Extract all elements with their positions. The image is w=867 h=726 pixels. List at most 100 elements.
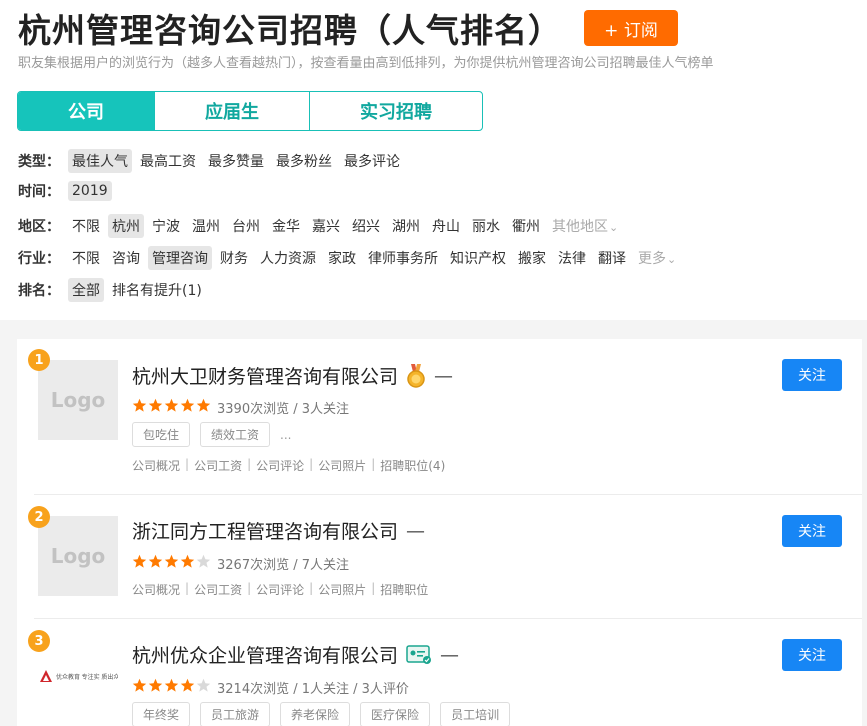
- filter-option[interactable]: 金华: [268, 214, 304, 238]
- rating-row: 3267次浏览 / 7人关注: [132, 554, 349, 573]
- link-overview[interactable]: 公司概况: [132, 457, 180, 474]
- filter-option[interactable]: 台州: [228, 214, 264, 238]
- follow-button[interactable]: 关注: [782, 639, 842, 671]
- filter-option[interactable]: 翻译: [594, 246, 630, 270]
- filter-option[interactable]: 咨询: [108, 246, 144, 270]
- filter-option[interactable]: 杭州: [108, 214, 144, 238]
- filter-option[interactable]: 排名有提升(1): [108, 278, 206, 302]
- filter-industry: 行业： 不限 咨询 管理咨询 财务 人力资源 家政 律师事务所 知识产权 搬家 …: [18, 246, 684, 270]
- filter-option[interactable]: 最佳人气: [68, 149, 132, 173]
- rating-row: 3214次浏览 / 1人关注 / 3人评价: [132, 678, 409, 697]
- star-filled-icon: [148, 398, 163, 412]
- filter-option[interactable]: 2019: [68, 181, 112, 201]
- link-overview[interactable]: 公司概况: [132, 581, 180, 598]
- more-regions-link[interactable]: 其他地区⌄: [548, 214, 622, 238]
- follow-button[interactable]: 关注: [782, 515, 842, 547]
- benefit-tag[interactable]: 养老保险: [280, 702, 351, 726]
- page-header: 杭州管理咨询公司招聘（人气排名） + 订阅 职友集根据用户的浏览行为（越多人查看…: [0, 0, 867, 320]
- tab-internship[interactable]: 实习招聘: [310, 92, 482, 130]
- filter-option[interactable]: 不限: [68, 214, 104, 238]
- link-salary[interactable]: 公司工资: [194, 581, 242, 598]
- company-name[interactable]: 浙江同方工程管理咨询有限公司: [132, 517, 398, 544]
- follow-button[interactable]: 关注: [782, 359, 842, 391]
- company-logo[interactable]: 优众教育 专注实 质出众！: [38, 639, 118, 719]
- filter-label: 行业：: [18, 251, 60, 267]
- filter-option[interactable]: 管理咨询: [148, 246, 212, 270]
- filter-option[interactable]: 衢州: [508, 214, 544, 238]
- filter-option[interactable]: 最多赞量: [204, 149, 268, 173]
- filter-option[interactable]: 绍兴: [348, 214, 384, 238]
- rank-badge: 3: [28, 630, 50, 652]
- star-filled-icon: [164, 678, 179, 692]
- filter-option[interactable]: 人力资源: [256, 246, 320, 270]
- star-filled-icon: [180, 678, 195, 692]
- filter-option[interactable]: 知识产权: [446, 246, 510, 270]
- category-tabs: 公司 应届生 实习招聘: [17, 91, 483, 131]
- filter-label: 时间：: [18, 184, 60, 200]
- company-name-row: 杭州大卫财务管理咨询有限公司 —: [132, 362, 453, 389]
- tab-graduates[interactable]: 应届生: [155, 92, 310, 130]
- filter-option[interactable]: 全部: [68, 278, 104, 302]
- benefit-tag[interactable]: 年终奖: [132, 702, 191, 726]
- filter-option[interactable]: 不限: [68, 246, 104, 270]
- star-rating: [132, 398, 212, 417]
- link-reviews[interactable]: 公司评论: [256, 457, 304, 474]
- page-description: 职友集根据用户的浏览行为（越多人查看越热门），按查看量由高到低排列，为你提供杭州…: [18, 56, 714, 71]
- company-stats: 3390次浏览 / 3人关注: [217, 402, 349, 417]
- rank-badge: 2: [28, 506, 50, 528]
- filter-option[interactable]: 丽水: [468, 214, 504, 238]
- tab-company[interactable]: 公司: [18, 92, 155, 130]
- filter-region: 地区： 不限 杭州 宁波 温州 台州 金华 嘉兴 绍兴 湖州 舟山 丽水 衢州 …: [18, 214, 626, 238]
- star-filled-icon: [132, 554, 147, 568]
- link-jobs[interactable]: 招聘职位: [380, 581, 428, 598]
- benefit-tag[interactable]: 员工旅游: [200, 702, 271, 726]
- more-label: 其他地区: [552, 219, 608, 235]
- company-logo[interactable]: Logo: [38, 516, 118, 596]
- filter-option[interactable]: 家政: [324, 246, 360, 270]
- link-jobs[interactable]: 招聘职位(4): [380, 457, 445, 474]
- company-name[interactable]: 杭州大卫财务管理咨询有限公司: [132, 362, 398, 389]
- star-filled-icon: [180, 554, 195, 568]
- star-filled-icon: [148, 554, 163, 568]
- benefit-tag[interactable]: 医疗保险: [360, 702, 431, 726]
- company-links: 公司概况 | 公司工资 | 公司评论 | 公司照片 | 招聘职位(4): [132, 457, 446, 474]
- link-photos[interactable]: 公司照片: [318, 581, 366, 598]
- divider: [34, 618, 862, 619]
- benefit-tag[interactable]: 包吃住: [132, 422, 191, 447]
- link-photos[interactable]: 公司照片: [318, 457, 366, 474]
- filter-option[interactable]: 最高工资: [136, 149, 200, 173]
- link-reviews[interactable]: 公司评论: [256, 581, 304, 598]
- filter-label: 地区：: [18, 219, 60, 235]
- filter-option[interactable]: 湖州: [388, 214, 424, 238]
- dash-separator: —: [434, 364, 454, 387]
- link-salary[interactable]: 公司工资: [194, 457, 242, 474]
- title-row: 杭州管理咨询公司招聘（人气排名） + 订阅: [18, 4, 678, 52]
- more-tags-ellipsis[interactable]: ...: [280, 428, 291, 442]
- star-empty-icon: [196, 554, 211, 568]
- benefit-tag[interactable]: 员工培训: [440, 702, 511, 726]
- company-name[interactable]: 杭州优众企业管理咨询有限公司: [132, 641, 398, 668]
- rating-row: 3390次浏览 / 3人关注: [132, 398, 349, 417]
- benefit-tags: 年终奖 员工旅游 养老保险 医疗保险 员工培训: [132, 702, 520, 726]
- filter-option[interactable]: 财务: [216, 246, 252, 270]
- star-filled-icon: [164, 554, 179, 568]
- filter-option[interactable]: 法律: [554, 246, 590, 270]
- star-filled-icon: [148, 678, 163, 692]
- filter-option[interactable]: 最多评论: [340, 149, 404, 173]
- company-logo[interactable]: Logo: [38, 360, 118, 440]
- filter-option[interactable]: 温州: [188, 214, 224, 238]
- filter-option[interactable]: 嘉兴: [308, 214, 344, 238]
- more-industries-link[interactable]: 更多⌄: [634, 246, 680, 270]
- filter-option[interactable]: 最多粉丝: [272, 149, 336, 173]
- filter-rank: 排名： 全部 排名有提升(1): [18, 278, 210, 302]
- chevron-down-icon: ⌄: [667, 253, 677, 266]
- filter-option[interactable]: 搬家: [514, 246, 550, 270]
- benefit-tag[interactable]: 绩效工资: [200, 422, 271, 447]
- filter-label: 类型：: [18, 154, 60, 170]
- filter-option[interactable]: 舟山: [428, 214, 464, 238]
- subscribe-button[interactable]: + 订阅: [584, 10, 678, 46]
- filter-option[interactable]: 律师事务所: [364, 246, 442, 270]
- benefit-tags: 包吃住 绩效工资 ...: [132, 422, 291, 447]
- filter-option[interactable]: 宁波: [148, 214, 184, 238]
- star-rating: [132, 678, 212, 697]
